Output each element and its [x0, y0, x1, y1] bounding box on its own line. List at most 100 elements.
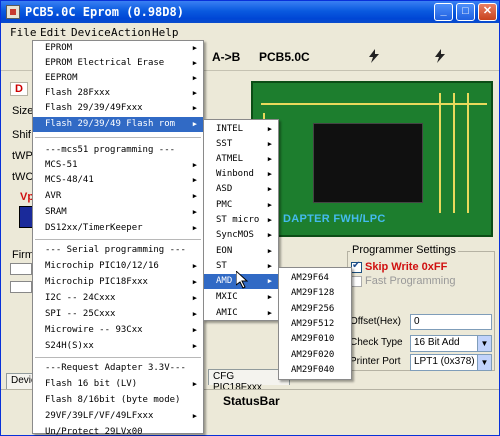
skip-write-checkbox[interactable]	[351, 260, 362, 273]
submenu-arrow-icon: ▶	[267, 201, 272, 209]
submenu-arrow-icon: ▶	[267, 231, 272, 239]
device-menu-item-sram[interactable]: SRAM ▶	[33, 205, 203, 220]
submenu-arrow-icon: ▶	[192, 224, 197, 232]
menu-edit[interactable]: Edit	[40, 26, 67, 39]
menu-action[interactable]: Action	[111, 26, 151, 39]
maximize-button[interactable]: □	[456, 3, 475, 21]
menu-item-label: AM29F512	[291, 319, 335, 329]
menu-item-label: EON	[216, 246, 233, 256]
menu-item-label: Microchip PIC10/12/16	[45, 261, 159, 271]
device-menu-item-microchip-pic10-12-16[interactable]: Microchip PIC10/12/16 ▶	[33, 259, 203, 274]
manufacturer-item-amic[interactable]: AMIC ▶	[204, 306, 278, 321]
menu-item-label: S24H(S)xx	[45, 341, 94, 351]
chip-item-am29f040[interactable]: AM29F040	[279, 363, 351, 378]
menu-section-header: ---Request Adapter 3.3V---	[33, 361, 203, 376]
skip-write-label: Skip Write 0xFF	[365, 261, 448, 273]
device-menu-item-flash-28fxxx[interactable]: Flash 28Fxxx ▶	[33, 86, 203, 101]
manufacturer-item-atmel[interactable]: ATMEL ▶	[204, 152, 278, 167]
minimize-button[interactable]: _	[434, 3, 453, 21]
menu-device[interactable]: Device	[71, 26, 111, 39]
device-menu-item-ds12xx-timerkeeper[interactable]: DS12xx/TimerKeeper ▶	[33, 221, 203, 236]
lightning-icon[interactable]	[367, 49, 381, 63]
manufacturer-item-syncmos[interactable]: SyncMOS ▶	[204, 228, 278, 243]
menu-item-label: Winbond	[216, 169, 254, 179]
device-menu: EPROM ▶ EPROM Electrical Erase ▶ EEPROM ▶ Flas…	[32, 40, 204, 436]
menu-item-label: SyncMOS	[216, 230, 254, 240]
chevron-down-icon[interactable]: ▼	[477, 355, 491, 370]
manufacturer-item-winbond[interactable]: Winbond ▶	[204, 167, 278, 182]
menu-item-label: SST	[216, 139, 233, 149]
menu-item-label: MCS-51	[45, 160, 78, 170]
submenu-arrow-icon: ▶	[192, 294, 197, 302]
chip-item-am29f010[interactable]: AM29F010	[279, 332, 351, 347]
device-menu-item-i2c-24cxxx[interactable]: I2C -- 24Cxxx ▶	[33, 291, 203, 306]
manufacturer-item-intel[interactable]: INTEL ▶	[204, 122, 278, 137]
device-menu-item-mcs-48-41[interactable]: MCS-48/41 ▶	[33, 173, 203, 188]
title-bar[interactable]: PCB5.0C Eprom (0.98D8) _ □ ✕	[1, 1, 499, 23]
menu-item-label: ASD	[216, 184, 233, 194]
submenu-arrow-icon: ▶	[267, 309, 272, 317]
device-menu-item-29vf-39lf-vf-49lfxxx[interactable]: 29VF/39LF/VF/49LFxxx ▶	[33, 409, 203, 424]
submenu-arrow-icon: ▶	[267, 170, 272, 178]
menu-item-label: Flash 28Fxxx	[45, 88, 111, 98]
vp-indicator	[19, 206, 33, 228]
menu-item-label: Flash 16 bit (LV)	[45, 379, 138, 389]
chevron-down-icon[interactable]: ▼	[477, 336, 491, 351]
submenu-arrow-icon: ▶	[267, 216, 272, 224]
submenu-arrow-icon: ▶	[267, 247, 272, 255]
check-type-value: 16 Bit Add	[414, 337, 460, 348]
offset-field[interactable]: 0	[410, 314, 492, 330]
device-menu-item-flash-29-39-49-flash-rom[interactable]: Flash 29/39/49 Flash rom ▶	[33, 117, 203, 132]
device-menu-item-mcs-51[interactable]: MCS-51 ▶	[33, 158, 203, 173]
device-menu-item-un-protect-29lvx00[interactable]: Un/Protect 29LVx00	[33, 425, 203, 436]
menu-item-label: AMIC	[216, 308, 238, 318]
offset-label: Offset(Hex)	[350, 316, 401, 327]
chip-item-am29f128[interactable]: AM29F128	[279, 286, 351, 301]
menu-item-label: --- Serial programming ---	[45, 245, 186, 255]
d-button[interactable]: D	[10, 82, 28, 96]
printer-port-select[interactable]: LPT1 (0x378) ▼	[410, 354, 492, 371]
device-menu-item-flash-8-16bit-byte-mode[interactable]: Flash 8/16bit (byte mode)	[33, 393, 203, 408]
firm-field[interactable]	[10, 281, 32, 293]
manufacturer-item-asd[interactable]: ASD ▶	[204, 182, 278, 197]
check-type-label: Check Type	[350, 337, 403, 348]
chip-item-am29f256[interactable]: AM29F256	[279, 302, 351, 317]
menu-separator	[35, 239, 201, 240]
fast-programming-checkbox[interactable]	[351, 276, 362, 287]
device-menu-item-eeprom[interactable]: EEPROM ▶	[33, 71, 203, 86]
device-menu-item-flash-16-bit-lv[interactable]: Flash 16 bit (LV) ▶	[33, 377, 203, 392]
menu-file[interactable]: File	[10, 26, 37, 39]
close-button[interactable]: ✕	[478, 3, 497, 21]
chip-item-am29f020[interactable]: AM29F020	[279, 348, 351, 363]
device-menu-item-eprom-electrical-erase[interactable]: EPROM Electrical Erase ▶	[33, 56, 203, 71]
device-menu-item-avr[interactable]: AVR ▶	[33, 189, 203, 204]
device-menu-item-eprom[interactable]: EPROM ▶	[33, 41, 203, 56]
menu-item-label: AVR	[45, 191, 62, 201]
submenu-arrow-icon: ▶	[267, 293, 272, 301]
manufacturer-item-eon[interactable]: EON ▶	[204, 244, 278, 259]
device-menu-item-flash-29-39-49fxxx[interactable]: Flash 29/39/49Fxxx ▶	[33, 101, 203, 116]
tab-device[interactable]: Devic	[6, 373, 36, 389]
manufacturer-item-pmc[interactable]: PMC ▶	[204, 198, 278, 213]
pcb-adapter-label: DAPTER FWH/LPC	[283, 213, 386, 225]
submenu-arrow-icon: ▶	[192, 59, 197, 67]
firm-field[interactable]	[10, 263, 32, 275]
menu-item-label: DS12xx/TimerKeeper	[45, 223, 143, 233]
lightning-icon[interactable]	[433, 49, 447, 63]
chip-item-am29f512[interactable]: AM29F512	[279, 317, 351, 332]
manufacturer-item-sst[interactable]: SST ▶	[204, 137, 278, 152]
submenu-arrow-icon: ▶	[192, 310, 197, 318]
window-title: PCB5.0C Eprom (0.98D8)	[25, 5, 184, 19]
check-type-select[interactable]: 16 Bit Add ▼	[410, 335, 492, 352]
menu-help[interactable]: Help	[152, 26, 179, 39]
device-menu-item-microwire-93cxx[interactable]: Microwire -- 93Cxx ▶	[33, 323, 203, 338]
size-label: Size	[12, 105, 34, 117]
chip-item-am29f64[interactable]: AM29F64	[279, 271, 351, 286]
manufacturer-item-mxic[interactable]: MXIC ▶	[204, 290, 278, 305]
device-menu-item-microchip-pic18fxxx[interactable]: Microchip PIC18Fxxx ▶	[33, 275, 203, 290]
copy-a-to-b-button[interactable]: A->B	[212, 50, 240, 64]
menu-item-label: ST	[216, 261, 227, 271]
manufacturer-item-st-micro[interactable]: ST micro ▶	[204, 213, 278, 228]
device-menu-item-spi-25cxxx[interactable]: SPI -- 25Cxxx ▶	[33, 307, 203, 322]
device-menu-item-s24h-s-xx[interactable]: S24H(S)xx ▶	[33, 339, 203, 354]
